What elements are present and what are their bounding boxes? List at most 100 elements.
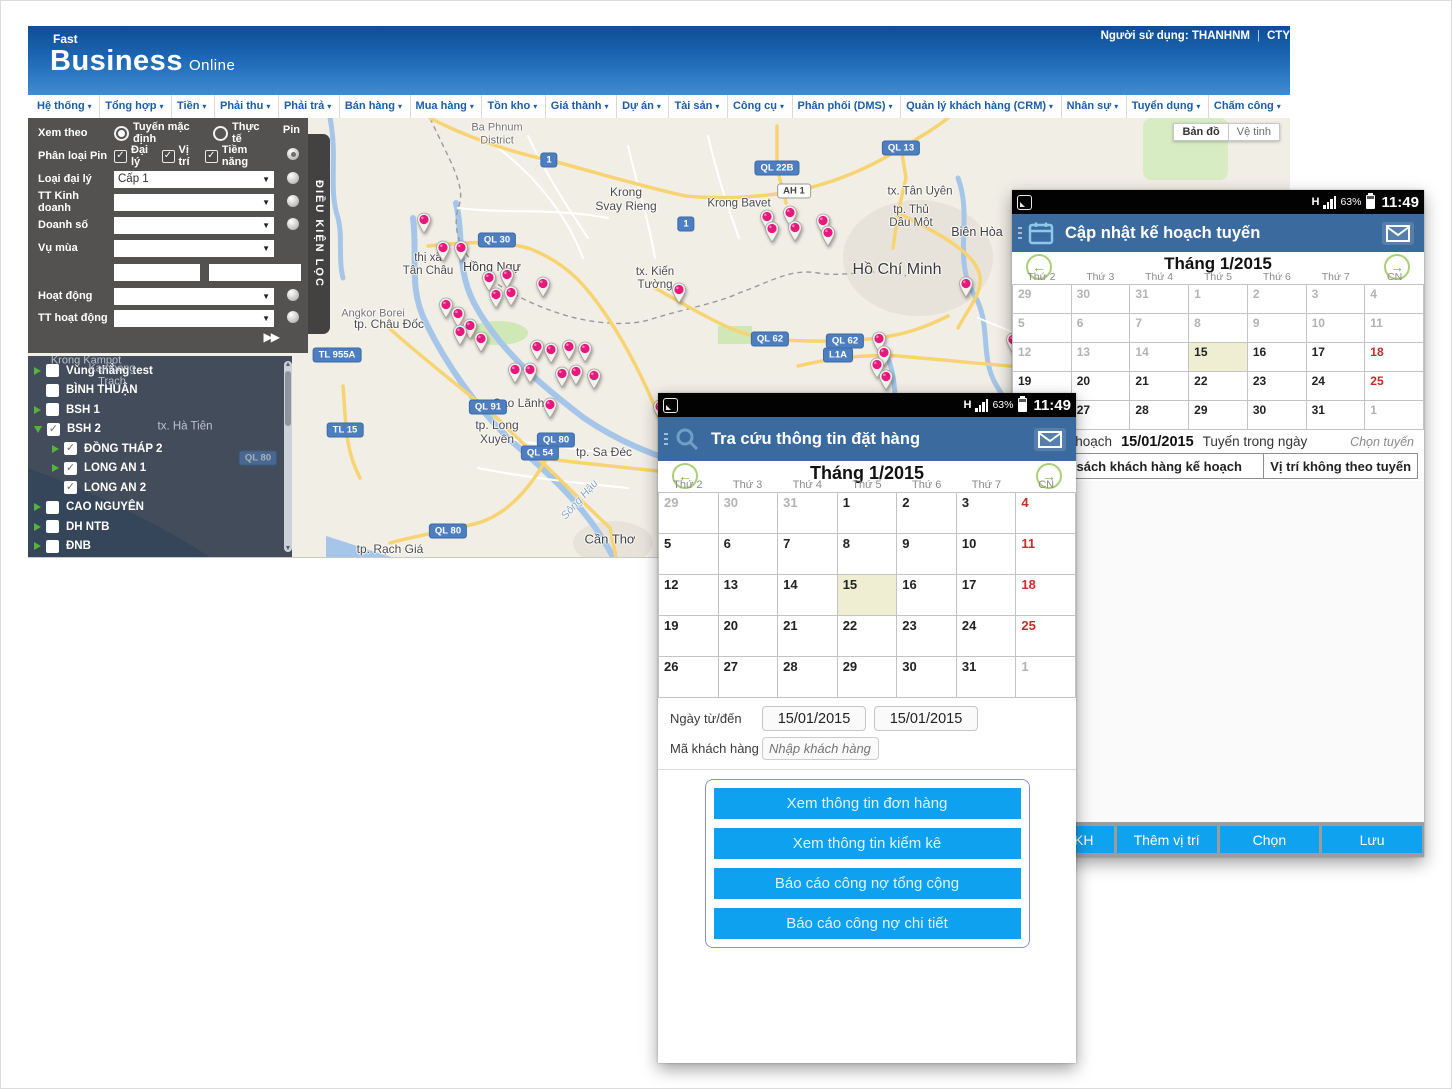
menu-item-1[interactable]: Tổng hợp [99,95,168,118]
calendar-day[interactable]: 12 [659,575,719,616]
calendar-day[interactable]: 31 [1307,401,1366,430]
location-checkbox[interactable] [162,150,175,163]
footer-button-1[interactable]: Thêm vị trí [1117,826,1217,853]
calendar-day[interactable]: 28 [778,657,838,698]
calendar-day[interactable]: 22 [838,616,898,657]
report-action-button-1[interactable]: Xem thông tin kiểm kê [714,828,1021,859]
customer-code-input[interactable] [762,737,879,760]
map-pin[interactable] [522,362,538,389]
range-from-input[interactable] [114,264,200,281]
business-status-select[interactable] [114,194,274,211]
menu-item-16[interactable]: Chấm công [1208,95,1286,118]
map-pin[interactable] [452,324,468,351]
calendar-day[interactable]: 22 [1189,372,1248,401]
filter-conditions-tab[interactable]: ĐIỀU KIỆN LỌC [308,134,330,334]
calendar-day[interactable]: 8 [1189,314,1248,343]
calendar-day[interactable]: 27 [1072,401,1131,430]
menu-item-4[interactable]: Phải trả [278,95,336,118]
calendar-day[interactable]: 28 [1130,401,1189,430]
calendar-day[interactable]: 26 [659,657,719,698]
calendar-day[interactable]: 13 [1072,343,1131,372]
menu-item-6[interactable]: Mua hàng [410,95,479,118]
calendar-day[interactable]: 9 [897,534,957,575]
calendar-day[interactable]: 21 [778,616,838,657]
tree-expand-icon[interactable] [34,542,41,550]
map-pin[interactable] [473,331,489,358]
tree-checkbox[interactable] [46,384,59,397]
menu-item-8[interactable]: Giá thành [545,95,614,118]
calendar-day[interactable]: 16 [1248,343,1307,372]
activity-status-select[interactable] [114,310,274,327]
calendar-day[interactable]: 27 [719,657,779,698]
calendar-day[interactable]: 15 [838,575,898,616]
report-action-button-3[interactable]: Báo cáo công nợ chi tiết [714,908,1021,939]
calendar-day[interactable]: 21 [1130,372,1189,401]
menu-icon[interactable] [1018,227,1022,239]
calendar-day[interactable]: 18 [1365,343,1424,372]
pin-radio-business[interactable] [287,195,299,207]
plan-date-value[interactable]: 15/01/2015 [1121,434,1194,450]
map-pin[interactable] [535,276,551,303]
menu-item-15[interactable]: Tuyển dụng [1126,95,1206,118]
mail-icon[interactable] [1382,222,1414,245]
apply-filter-icon[interactable]: ▶▶ [264,330,278,344]
scroll-up-icon[interactable]: ▲ [284,361,292,368]
map-pin[interactable] [568,364,584,391]
calendar-day[interactable]: 8 [838,534,898,575]
calendar-day[interactable]: 20 [1072,372,1131,401]
calendar-day[interactable]: 1 [1016,657,1076,698]
map-pin[interactable] [561,339,577,366]
pin-radio-activity-status[interactable] [287,311,299,323]
calendar-day[interactable]: 7 [1130,314,1189,343]
menu-item-3[interactable]: Phải thu [214,95,275,118]
calendar-day[interactable]: 17 [957,575,1017,616]
menu-item-7[interactable]: Tồn kho [481,95,542,118]
list-toggle-button-1[interactable]: Vị trí không theo tuyến [1263,454,1417,478]
calendar-day[interactable]: 25 [1016,616,1076,657]
calendar-day[interactable]: 1 [1365,401,1424,430]
map-view-button[interactable]: Bản đồ [1173,123,1228,141]
agent-type-select[interactable]: Cấp 1 [114,171,274,188]
map-pin[interactable] [416,212,432,239]
calendar-day[interactable]: 11 [1016,534,1076,575]
calendar-day[interactable]: 23 [1248,372,1307,401]
calendar-day[interactable]: 1 [1189,285,1248,314]
actual-radio[interactable] [213,126,228,141]
map-pin[interactable] [542,397,558,424]
map-pin[interactable] [787,220,803,247]
tree-item-9[interactable]: ĐNB [28,537,292,557]
calendar-day[interactable]: 31 [957,657,1017,698]
map-pin[interactable] [503,285,519,312]
calendar-day[interactable]: 14 [1130,343,1189,372]
calendar-day[interactable]: 29 [659,493,719,534]
tree-checkbox[interactable] [64,481,77,494]
tree-expand-icon[interactable] [34,367,41,375]
map-pin[interactable] [671,282,687,309]
calendar-day[interactable]: 19 [659,616,719,657]
potential-checkbox[interactable] [205,150,218,163]
calendar-day[interactable]: 24 [957,616,1017,657]
menu-item-10[interactable]: Tài sản [668,95,724,118]
calendar-day[interactable]: 30 [897,657,957,698]
map-pin[interactable] [507,362,523,389]
map-pin[interactable] [820,225,836,252]
scrollbar-thumb[interactable] [285,371,291,426]
map-pin[interactable] [764,221,780,248]
calendar-day[interactable]: 4 [1365,285,1424,314]
activity-select[interactable] [114,288,274,305]
menu-item-9[interactable]: Dự án [616,95,666,118]
menu-item-11[interactable]: Công cụ [727,95,789,118]
calendar-day[interactable]: 3 [1307,285,1366,314]
choose-route-link[interactable]: Chọn tuyến [1350,435,1414,449]
calendar-day[interactable]: 10 [957,534,1017,575]
tree-item-6[interactable]: LONG AN 2 [28,478,292,498]
map-pin[interactable] [435,240,451,267]
menu-item-12[interactable]: Phân phối (DMS) [792,95,898,118]
menu-item-14[interactable]: Nhân sự [1061,95,1124,118]
calendar-day[interactable]: 11 [1365,314,1424,343]
tree-checkbox[interactable] [46,520,59,533]
pin-radio-revenue[interactable] [287,218,299,230]
mail-icon[interactable] [1034,428,1066,451]
calendar-day[interactable]: 29 [1013,285,1072,314]
pin-radio-type[interactable] [287,148,299,160]
